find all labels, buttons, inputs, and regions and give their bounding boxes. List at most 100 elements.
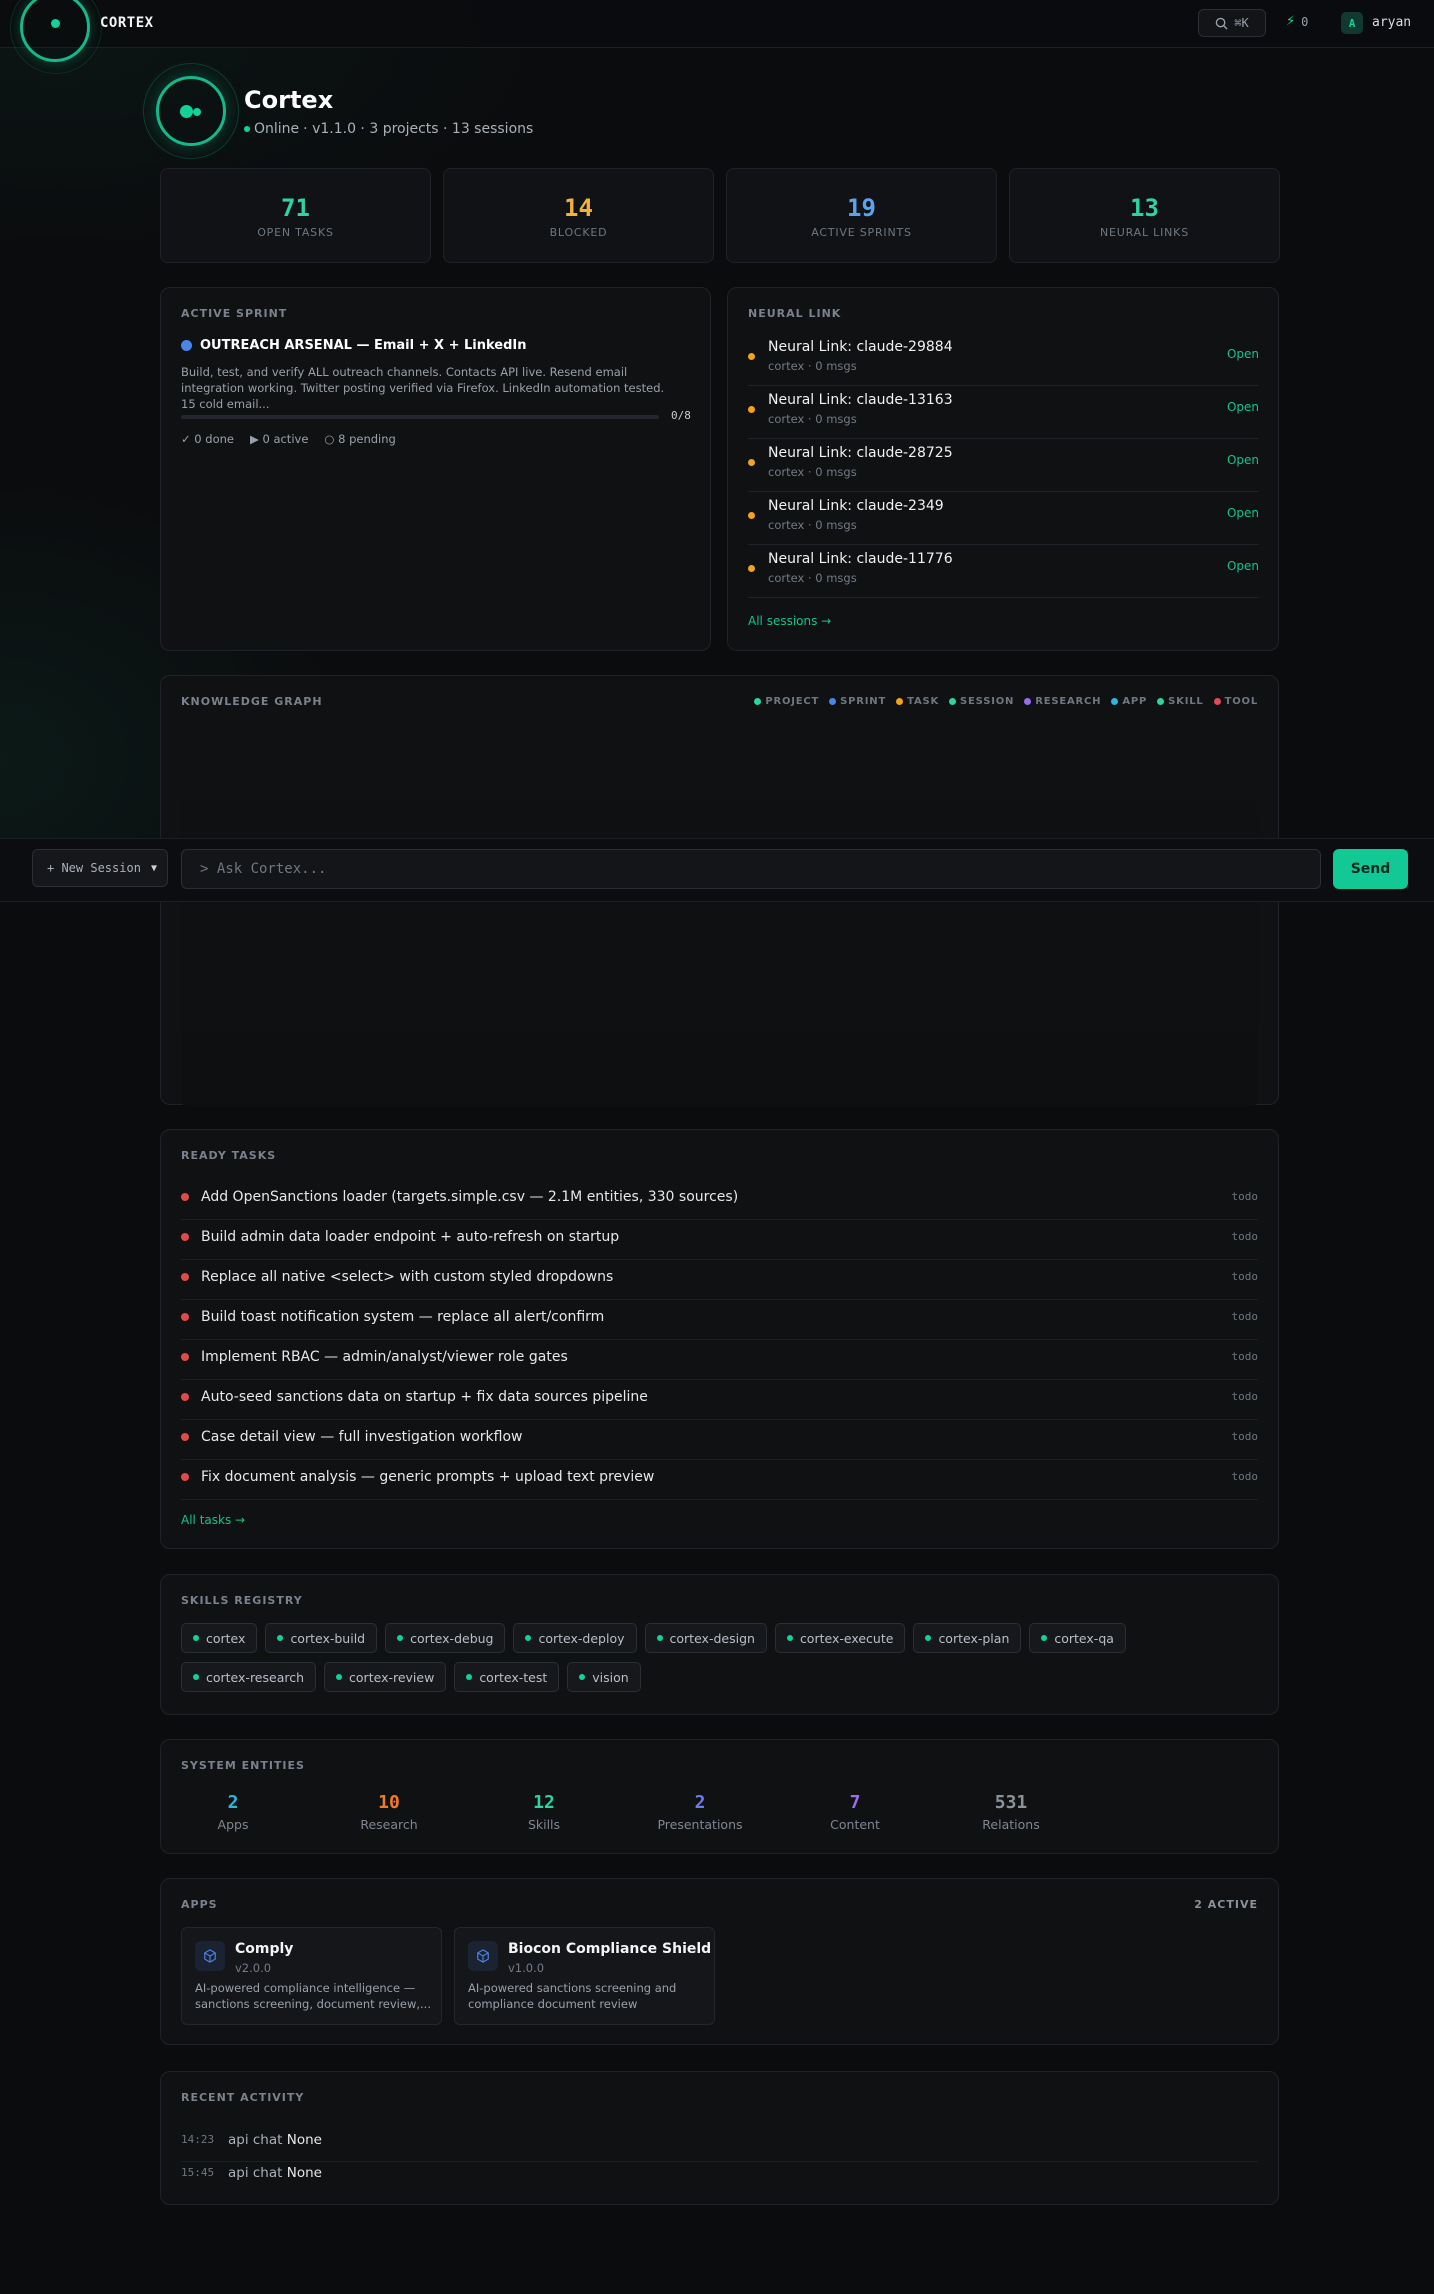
legend-dot — [896, 698, 904, 705]
open-link[interactable]: Open — [1227, 506, 1259, 520]
entity-value: 10 — [378, 1792, 400, 1813]
neural-link-item[interactable]: Neural Link: claude-28725 cortex · 0 msg… — [748, 439, 1259, 492]
stat-card-neural-links[interactable]: 13 NEURAL LINKS — [1009, 168, 1280, 263]
sprint-name[interactable]: OUTREACH ARSENAL — Email + X + LinkedIn — [181, 338, 527, 353]
cube-icon — [195, 1941, 225, 1971]
skill-chip[interactable]: cortex-deploy — [513, 1623, 637, 1653]
app-card[interactable]: Biocon Compliance Shield v1.0.0 AI-power… — [454, 1927, 715, 2025]
stat-card-blocked[interactable]: 14 BLOCKED — [443, 168, 714, 263]
legend-label: SKILL — [1168, 696, 1204, 707]
all-sessions-link[interactable]: All sessions → — [748, 614, 831, 628]
entity-stat-content[interactable]: 7 Content — [805, 1792, 905, 1832]
entity-value: 531 — [994, 1792, 1028, 1813]
legend-label: APP — [1122, 696, 1148, 707]
section-title: SYSTEM ENTITIES — [181, 1759, 305, 1772]
skill-chip[interactable]: cortex-test — [454, 1662, 560, 1692]
app-card[interactable]: Comply v2.0.0 AI-powered compliance inte… — [181, 1927, 442, 2025]
priority-dot — [181, 1273, 189, 1281]
online-status: Online — [254, 121, 300, 137]
open-link[interactable]: Open — [1227, 400, 1259, 414]
priority-dot — [181, 1233, 189, 1241]
avatar[interactable]: A — [1341, 12, 1363, 34]
activity-counter[interactable]: ⚡ 0 — [1286, 14, 1308, 29]
neural-link-item[interactable]: Neural Link: claude-2349 cortex · 0 msgs… — [748, 492, 1259, 545]
task-row[interactable]: Build toast notification system — replac… — [181, 1299, 1258, 1340]
page-meta: · v1.1.0 · 3 projects · 13 sessions — [303, 121, 534, 137]
entity-stat-presentations[interactable]: 2 Presentations — [650, 1792, 750, 1832]
task-row[interactable]: Auto-seed sanctions data on startup + fi… — [181, 1379, 1258, 1420]
open-link[interactable]: Open — [1227, 559, 1259, 573]
skill-chip[interactable]: cortex-build — [265, 1623, 378, 1653]
skill-label: cortex-research — [206, 1669, 305, 1685]
cube-icon — [468, 1941, 498, 1971]
entity-label: Presentations — [657, 1817, 743, 1832]
bolt-icon: ⚡ — [1286, 14, 1296, 29]
skill-chip[interactable]: vision — [567, 1662, 641, 1692]
skill-dot — [193, 1635, 199, 1641]
legend-item: APP — [1111, 696, 1147, 707]
skill-dot — [336, 1674, 343, 1680]
activity-message: api chat None — [228, 2165, 322, 2181]
skill-chip[interactable]: cortex-debug — [385, 1623, 506, 1653]
priority-dot — [181, 1193, 189, 1201]
neural-link-item[interactable]: Neural Link: claude-11776 cortex · 0 msg… — [748, 545, 1259, 598]
legend-dot — [949, 698, 957, 705]
ask-input[interactable]: > Ask Cortex... — [181, 849, 1321, 889]
activity-time: 15:45 — [181, 2166, 215, 2179]
sprint-meta: ✓ 0 done ▶ 0 active ○ 8 pending — [181, 432, 396, 446]
entity-stat-apps[interactable]: 2 Apps — [183, 1792, 283, 1832]
knowledge-graph-canvas[interactable] — [181, 726, 1258, 1106]
stat-label: BLOCKED — [549, 226, 608, 239]
stat-value: 13 — [1130, 194, 1159, 222]
brand-name[interactable]: CORTEX — [100, 15, 154, 31]
skill-chip[interactable]: cortex — [181, 1623, 258, 1653]
activity-row[interactable]: 14:23 api chat None — [181, 2129, 1258, 2162]
skill-chip[interactable]: cortex-qa — [1029, 1623, 1126, 1653]
stat-value: 19 — [847, 194, 876, 222]
activity-message: api chat None — [228, 2132, 322, 2148]
neural-link-item[interactable]: Neural Link: claude-29884 cortex · 0 msg… — [748, 333, 1259, 386]
skill-chip[interactable]: cortex-review — [324, 1662, 447, 1692]
new-session-select[interactable]: + New Session ▼ — [32, 849, 168, 887]
open-link[interactable]: Open — [1227, 453, 1259, 467]
task-row[interactable]: Add OpenSanctions loader (targets.simple… — [181, 1179, 1258, 1220]
task-row[interactable]: Replace all native <select> with custom … — [181, 1259, 1258, 1300]
all-tasks-link[interactable]: All tasks → — [181, 1513, 245, 1527]
activity-text: api chat — [228, 2132, 283, 2148]
open-link[interactable]: Open — [1227, 347, 1259, 361]
activity-row[interactable]: 15:45 api chat None — [181, 2162, 1258, 2194]
recent-activity-panel: RECENT ACTIVITY 14:23 api chat None 15:4… — [160, 2071, 1279, 2205]
skill-chip[interactable]: cortex-design — [644, 1623, 767, 1653]
task-row[interactable]: Build admin data loader endpoint + auto-… — [181, 1219, 1258, 1260]
stat-card-open-tasks[interactable]: 71 OPEN TASKS — [160, 168, 431, 263]
section-title: SKILLS REGISTRY — [181, 1594, 303, 1607]
skill-chip[interactable]: cortex-research — [181, 1662, 317, 1692]
send-button[interactable]: Send — [1333, 849, 1408, 889]
neural-link-title: Neural Link: claude-2349 — [768, 498, 944, 514]
neural-link-title: Neural Link: claude-13163 — [768, 392, 953, 408]
task-row[interactable]: Case detail view — full investigation wo… — [181, 1419, 1258, 1460]
search-button[interactable]: ⌘K — [1198, 9, 1266, 37]
status-dot — [748, 353, 755, 360]
entity-stat-skills[interactable]: 12 Skills — [494, 1792, 594, 1832]
new-session-label: + New Session — [47, 861, 141, 875]
skill-chip[interactable]: cortex-plan — [913, 1623, 1022, 1653]
neural-link-item[interactable]: Neural Link: claude-13163 cortex · 0 msg… — [748, 386, 1259, 439]
stat-card-active-sprints[interactable]: 19 ACTIVE SPRINTS — [726, 168, 997, 263]
entity-stat-research[interactable]: 10 Research — [339, 1792, 439, 1832]
username[interactable]: aryan — [1372, 15, 1411, 30]
section-title: APPS — [181, 1898, 218, 1911]
app-description: AI-powered sanctions screening and compl… — [468, 1981, 677, 2011]
stat-label: NEURAL LINKS — [1100, 226, 1189, 239]
neural-link-panel: NEURAL LINK Neural Link: claude-29884 co… — [727, 287, 1279, 651]
logo-icon[interactable] — [51, 19, 60, 28]
entity-value: 2 — [227, 1792, 239, 1813]
stat-label: ACTIVE SPRINTS — [811, 226, 912, 239]
legend-item: TOOL — [1213, 696, 1258, 707]
skill-chip[interactable]: cortex-execute — [774, 1623, 906, 1653]
sprint-active: ▶ 0 active — [249, 432, 309, 446]
task-row[interactable]: Fix document analysis — generic prompts … — [181, 1459, 1258, 1500]
legend-label: TASK — [907, 696, 940, 707]
task-row[interactable]: Implement RBAC — admin/analyst/viewer ro… — [181, 1339, 1258, 1380]
entity-stat-relations[interactable]: 531 Relations — [961, 1792, 1061, 1832]
